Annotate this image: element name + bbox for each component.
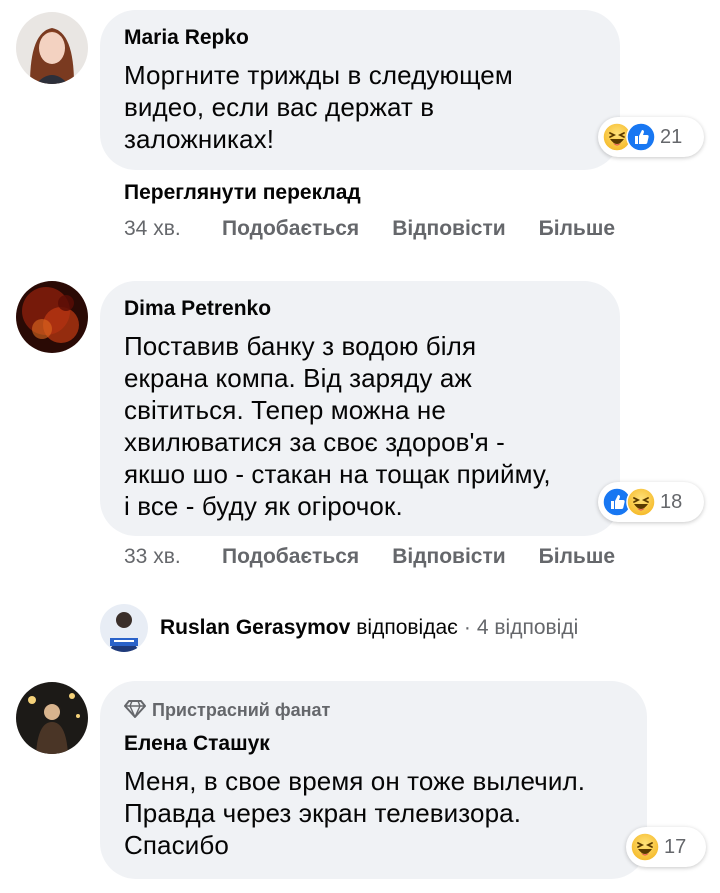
like-button[interactable]: Подобається [222, 545, 359, 569]
reaction-summary[interactable]: 17 [626, 827, 706, 867]
comment-text: Моргните трижды в следующем видео, если … [124, 60, 513, 154]
avatar-dima-petrenko[interactable] [16, 281, 88, 353]
like-button[interactable]: Подобається [222, 217, 359, 241]
reaction-count: 18 [660, 490, 683, 513]
avatar-ruslan-gerasymov [100, 604, 148, 652]
reply-author-name[interactable]: Ruslan Gerasymov [160, 616, 350, 640]
comment-text: Меня, в свое время он тоже вылечил. Прав… [124, 766, 586, 860]
comment-author[interactable]: Елена Сташук [124, 731, 623, 757]
reply-verb: відповідає [356, 616, 458, 639]
comment-author[interactable]: Dima Petrenko [124, 296, 596, 322]
reply-button[interactable]: Відповісти [392, 217, 505, 241]
view-replies-link[interactable]: Ruslan Gerasymov відповідає · 4 відповід… [100, 604, 578, 652]
reaction-summary[interactable]: 18 [598, 482, 704, 522]
avatar-elena-stashuk[interactable] [16, 682, 88, 754]
more-button[interactable]: Більше [539, 545, 615, 569]
comment-actions: 34 хв. Подобається Відповісти Більше [124, 217, 648, 241]
reaction-count: 17 [664, 835, 687, 858]
separator-dot: · [463, 616, 471, 639]
avatar-maria-repko[interactable] [16, 12, 88, 84]
comment-author[interactable]: Maria Repko [124, 25, 596, 51]
see-translation-link[interactable]: Переглянути переклад [124, 181, 361, 205]
comment-bubble[interactable]: Maria Repko Моргните трижды в следующем … [100, 10, 620, 170]
comment-timestamp[interactable]: 34 хв. [124, 217, 222, 241]
comment-bubble[interactable]: Пристрасний фанат Елена Сташук Меня, в с… [100, 681, 647, 879]
comment-text: Поставив банку з водою біля екрана компа… [124, 331, 551, 521]
top-fan-badge[interactable]: Пристрасний фанат [124, 699, 623, 721]
comment-bubble[interactable]: Dima Petrenko Поставив банку з водою біл… [100, 281, 620, 536]
badge-label: Пристрасний фанат [152, 700, 331, 720]
haha-icon [630, 832, 660, 862]
reaction-summary[interactable]: 21 [598, 117, 704, 157]
haha-icon [626, 487, 656, 517]
reply-count[interactable]: 4 відповіді [477, 616, 578, 640]
reply-button[interactable]: Відповісти [392, 545, 505, 569]
gem-icon [124, 700, 146, 718]
like-icon [626, 122, 656, 152]
more-button[interactable]: Більше [539, 217, 615, 241]
comment-timestamp[interactable]: 33 хв. [124, 545, 222, 569]
reaction-count: 21 [660, 125, 683, 148]
comment-actions: 33 хв. Подобається Відповісти Більше [124, 545, 648, 569]
